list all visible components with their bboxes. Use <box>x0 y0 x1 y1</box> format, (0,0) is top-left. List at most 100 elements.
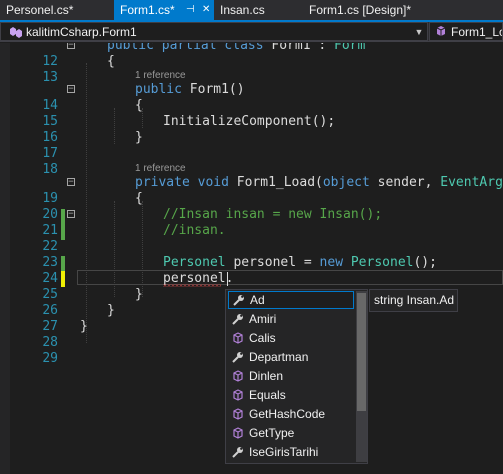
code-text: } <box>80 319 88 334</box>
completion-item[interactable]: Dinlen <box>228 367 354 385</box>
completion-item[interactable]: IseGirisTarihi <box>228 443 354 461</box>
completion-item-label: IseGirisTarihi <box>249 445 319 459</box>
method-cube-icon <box>230 367 246 385</box>
tab-personel-cs[interactable]: Personel.cs* <box>0 0 110 20</box>
tab-label: Form1.cs [Design]* <box>309 3 412 17</box>
code-text: } <box>107 303 115 318</box>
code-line-23: 23 <box>0 239 503 270</box>
method-cube-icon <box>230 405 246 423</box>
code-text: } <box>135 287 143 302</box>
wrench-icon <box>230 443 246 461</box>
code-line-15: 15 { <box>0 98 503 129</box>
tab-form1-cs[interactable]: Form1.cs* ⊣ ✕ <box>114 0 214 20</box>
wrench-icon <box>231 291 247 309</box>
keyword: new <box>319 255 344 270</box>
completion-item[interactable]: Equals <box>228 386 354 404</box>
method-cube-icon <box>230 386 246 404</box>
type-name: Form <box>334 43 366 53</box>
keyword: class <box>224 43 264 53</box>
completion-item[interactable]: Ad <box>228 291 354 309</box>
completion-item[interactable]: Calis <box>228 329 354 347</box>
identifier: Form1 <box>271 43 311 53</box>
keyword: object <box>322 175 370 190</box>
code-line-13: 13 { <box>0 54 503 85</box>
tab-label: Insan.cs <box>220 3 265 17</box>
class-selector-label: kalitimCsharp.Form1 <box>26 25 137 39</box>
keyword: public <box>135 82 182 97</box>
code-line-16: 16 InitializeComponent(); <box>0 114 503 145</box>
navigation-bar: kalitimCsharp.Form1 ▼ Form1_Lo <box>0 22 503 42</box>
comment: //Insan insan = new Insan(); <box>163 207 383 222</box>
keyword: private <box>135 175 190 190</box>
completion-item[interactable]: GetType <box>228 424 354 442</box>
completion-scrollbar-thumb[interactable] <box>357 293 366 411</box>
fold-toggle[interactable]: − <box>67 178 75 187</box>
identifier: personel = <box>225 255 320 270</box>
type-name: Personel <box>350 255 414 270</box>
method-cube-icon <box>230 329 246 347</box>
line-number: 29 <box>42 350 58 366</box>
keyword: public <box>107 43 154 53</box>
wrench-icon <box>230 310 246 328</box>
chevron-down-icon: ▼ <box>414 27 424 37</box>
codelens-references[interactable]: 1 reference <box>135 163 186 174</box>
completion-item-label: Equals <box>249 388 286 402</box>
wrench-icon <box>230 348 246 366</box>
code-text: { <box>135 98 143 113</box>
tab-insan-cs[interactable]: Insan.cs <box>214 0 304 20</box>
member-selector-dropdown[interactable]: Form1_Lo <box>429 22 503 41</box>
method-cube-icon <box>230 424 246 442</box>
punctuation: : <box>310 43 335 53</box>
class-selector-dropdown[interactable]: kalitimCsharp.Form1 ▼ <box>0 22 428 41</box>
tab-label: Personel.cs* <box>6 3 74 17</box>
completion-item-label: Departman <box>249 350 309 364</box>
codelens-references[interactable]: 1 reference <box>135 70 186 81</box>
code-line-22: 22 //insan. <box>0 223 503 254</box>
completion-item-label: Amiri <box>249 312 277 326</box>
code-line-14: 14 − public Form1() <box>0 82 503 113</box>
text-caret <box>227 272 228 286</box>
document-tab-strip: Personel.cs* Form1.cs* ⊣ ✕ Insan.cs Form… <box>0 0 503 20</box>
identifier: sender, <box>369 175 441 190</box>
pin-icon[interactable]: ⊣ <box>186 0 195 20</box>
code-line-18: 18 <box>0 146 503 177</box>
completion-item[interactable]: Departman <box>228 348 354 366</box>
keyword: void <box>197 175 229 190</box>
completion-item-label: GetType <box>249 426 295 440</box>
code-text: { <box>107 54 115 69</box>
type-name: Personel <box>163 255 226 270</box>
fold-toggle[interactable]: − <box>67 85 75 94</box>
quick-info-tooltip: string Insan.Ad <box>369 289 458 312</box>
completion-item-label: Ad <box>250 293 265 307</box>
code-line-17: 17 } <box>0 130 503 161</box>
fold-toggle[interactable]: − <box>67 210 75 219</box>
code-line-21: 21 − //Insan insan = new Insan(); <box>0 207 503 238</box>
code-line-12: 12 − public partial class Form1 : Form <box>0 43 503 69</box>
member-selector-label: Form1_Lo <box>451 25 503 39</box>
punctuation: (); <box>413 255 437 270</box>
completion-item[interactable]: Amiri <box>228 310 354 328</box>
code-line-20: 20 { <box>0 191 503 222</box>
tab-form1-design[interactable]: Form1.cs [Design]* <box>303 0 503 20</box>
type-name: EventArgs <box>440 175 503 190</box>
code-line-24: 24 Personel personel = new Personel(); <box>0 255 503 286</box>
fold-toggle[interactable]: − <box>67 43 75 50</box>
completion-item[interactable]: GetHashCode <box>228 405 354 423</box>
completion-item-label: Calis <box>249 331 276 345</box>
identifier: Form1() <box>189 82 245 97</box>
code-text: { <box>135 191 143 206</box>
completion-item-label: GetHashCode <box>249 407 326 421</box>
code-text: } <box>135 130 143 145</box>
comment: //insan. <box>163 223 226 238</box>
identifier: Form1_Load( <box>236 175 323 190</box>
keyword: partial <box>161 43 217 53</box>
intellisense-completion-list[interactable]: Ad Amiri Calis Departman Dinlen Equals G… <box>225 289 368 464</box>
close-icon[interactable]: ✕ <box>202 0 210 20</box>
code-text: InitializeComponent(); <box>163 114 336 129</box>
method-icon <box>434 25 448 39</box>
code-line-19: 19 − private void Form1_Load(object send… <box>0 175 503 206</box>
completion-item-label: Dinlen <box>249 369 284 383</box>
class-icon <box>9 25 23 39</box>
code-line-25: 25 personel. <box>0 271 503 302</box>
tab-label: Form1.cs* <box>120 3 175 17</box>
